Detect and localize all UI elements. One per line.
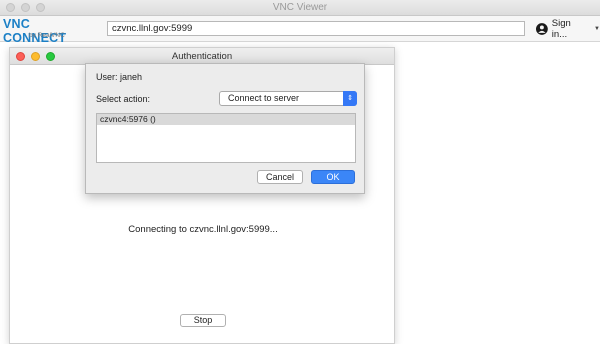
main-titlebar: VNC Viewer bbox=[0, 0, 600, 16]
logo-subtext: by RealVNC bbox=[29, 32, 65, 39]
logo-text: VNC CONNECT bbox=[3, 17, 67, 45]
address-field[interactable]: czvnc.llnl.gov:5999 bbox=[107, 21, 525, 36]
stop-button[interactable]: Stop bbox=[180, 314, 226, 327]
list-item[interactable]: czvnc4:5976 () bbox=[97, 114, 355, 125]
ok-button[interactable]: OK bbox=[311, 170, 355, 184]
server-list[interactable]: czvnc4:5976 () bbox=[96, 113, 356, 163]
sign-in-label: Sign in... bbox=[551, 18, 571, 40]
user-label: User: janeh bbox=[96, 72, 143, 82]
connecting-status: Connecting to czvnc.llnl.gov:5999... bbox=[128, 224, 278, 235]
cancel-button[interactable]: Cancel bbox=[257, 170, 303, 184]
vnc-connect-logo: VNC CONNECT by RealVNC bbox=[3, 17, 83, 45]
action-select[interactable]: Connect to server ⇕ bbox=[219, 91, 357, 106]
select-arrows-icon: ⇕ bbox=[343, 91, 357, 106]
caret-down-icon: ▼ bbox=[594, 26, 600, 32]
sign-in-button[interactable]: Sign in... ▼ bbox=[536, 18, 600, 40]
window-title: VNC Viewer bbox=[272, 2, 328, 13]
action-select-value: Connect to server bbox=[228, 93, 300, 103]
auth-sheet-dialog: User: janeh Select action: Connect to se… bbox=[85, 63, 365, 194]
toolbar: VNC CONNECT by RealVNC czvnc.llnl.gov:59… bbox=[0, 16, 600, 45]
select-action-label: Select action: bbox=[96, 94, 151, 104]
person-icon bbox=[536, 23, 548, 35]
auth-window-title: Authentication bbox=[171, 51, 233, 62]
